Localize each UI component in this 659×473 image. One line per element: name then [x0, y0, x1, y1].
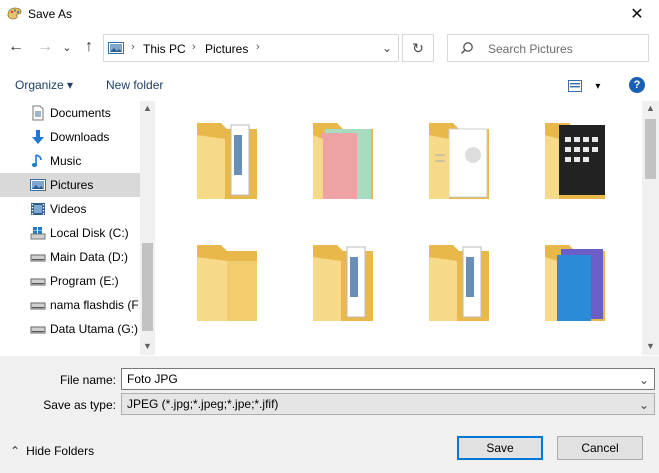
file-list-pane [155, 101, 659, 355]
folder-with-keyboard-photo-icon[interactable] [539, 115, 611, 205]
windows-drive-icon [30, 227, 46, 240]
hide-folders-label: Hide Folders [26, 444, 95, 458]
sidebar-item-label: Data Utama (G:) [50, 322, 139, 336]
address-dropdown-icon[interactable]: ⌄ [382, 41, 392, 55]
save-type-value: JPEG (*.jpg;*.jpeg;*.jpe;*.jfif) [127, 397, 279, 411]
sidebar-item-label: Videos [50, 202, 87, 216]
change-view-button[interactable]: ▾ [568, 78, 600, 92]
sidebar-item-label: Downloads [50, 130, 110, 144]
address-bar[interactable]: › This PC › Pictures › ⌄ [103, 34, 399, 62]
file-list-scrollbar[interactable]: ▲ ▼ [642, 101, 659, 355]
drive-icon [30, 326, 46, 334]
chevron-up-icon: ⌃ [10, 444, 21, 458]
back-arrow-icon: ← [8, 38, 24, 55]
forward-arrow-icon: → [37, 38, 53, 55]
save-button[interactable]: Save [457, 436, 543, 460]
folder-with-documents-icon[interactable] [423, 237, 495, 327]
scroll-up-icon[interactable]: ▲ [646, 103, 655, 113]
paint-app-icon [7, 7, 22, 20]
up-arrow-icon: ↑ [85, 38, 93, 55]
cancel-button-label: Cancel [581, 441, 619, 455]
window-title: Save As [28, 7, 73, 21]
sidebar-item-label: Main Data (D:) [50, 250, 129, 264]
view-icon [568, 79, 582, 92]
scroll-down-icon[interactable]: ▼ [143, 341, 152, 351]
folder-with-blue-purple-icon[interactable] [539, 237, 611, 327]
scrollbar-thumb[interactable] [142, 243, 153, 331]
sidebar-item-program-e[interactable]: Program (E:) [0, 269, 140, 293]
chevron-down-icon[interactable]: ⌄ [639, 373, 649, 387]
scroll-up-icon[interactable]: ▲ [143, 103, 152, 113]
sidebar-item-label: Program (E:) [50, 274, 119, 288]
documents-icon [32, 105, 44, 121]
breadcrumb-separator: › [192, 41, 196, 53]
sidebar-item-flashdisk-f[interactable]: nama flashdis (F: [0, 293, 143, 317]
save-type-label: Save as type: [43, 398, 116, 412]
music-icon [31, 154, 42, 167]
scrollbar-thumb[interactable] [645, 119, 656, 179]
back-button[interactable]: ← [7, 38, 25, 56]
folder-with-documents-icon[interactable] [191, 115, 263, 205]
folder-with-documents-icon[interactable] [307, 237, 379, 327]
sidebar-item-label: Pictures [50, 178, 94, 192]
breadcrumb-separator: › [256, 41, 260, 53]
file-name-field[interactable]: Foto JPG ⌄ [121, 368, 655, 390]
navigation-pane: Documents Downloads Music Pictures Video… [0, 101, 155, 355]
sidebar-item-label: Local Disk (C:) [50, 226, 129, 240]
videos-icon [31, 203, 45, 215]
sidebar-item-local-disk-c[interactable]: Local Disk (C:) [0, 221, 140, 245]
navigation-pane-scrollbar[interactable]: ▲ ▼ [140, 101, 155, 355]
sidebar-item-videos[interactable]: Videos [0, 197, 140, 221]
chevron-down-icon: ⌄ [62, 41, 72, 54]
navigation-bar: ← → ⌄ ↑ › This PC › Pictures › ⌄ ↻ Searc… [0, 30, 659, 64]
file-name-value: Foto JPG [127, 372, 178, 386]
scroll-down-icon[interactable]: ▼ [646, 341, 655, 351]
new-folder-button[interactable]: New folder [106, 78, 163, 92]
sidebar-item-downloads[interactable]: Downloads [0, 125, 140, 149]
pictures-folder-icon [108, 42, 124, 54]
pictures-icon [30, 179, 46, 191]
sidebar-item-main-data-d[interactable]: Main Data (D:) [0, 245, 140, 269]
refresh-icon: ↻ [412, 39, 424, 56]
help-icon: ? [633, 79, 641, 91]
breadcrumb-this-pc[interactable]: This PC [143, 42, 186, 56]
sidebar-item-label: Documents [50, 106, 111, 120]
view-dropdown-icon: ▾ [595, 81, 601, 92]
help-button[interactable]: ? [629, 77, 645, 93]
save-type-select[interactable]: JPEG (*.jpg;*.jpeg;*.jpe;*.jfif) ⌄ [121, 393, 655, 415]
save-form: File name: Foto JPG ⌄ Save as type: JPEG… [0, 356, 659, 473]
sidebar-item-music[interactable]: Music [0, 149, 140, 173]
file-name-label: File name: [59, 373, 116, 387]
up-button[interactable]: ↑ [80, 38, 98, 56]
search-placeholder: Search Pictures [488, 42, 573, 56]
breadcrumb-pictures[interactable]: Pictures [205, 42, 248, 56]
sidebar-item-label: Music [50, 154, 82, 168]
refresh-button[interactable]: ↻ [402, 34, 434, 62]
organize-menu[interactable]: Organize ▾ [15, 78, 73, 92]
drive-icon [30, 254, 46, 262]
sidebar-item-documents[interactable]: Documents [0, 101, 140, 125]
sidebar-item-pictures[interactable]: Pictures [0, 173, 140, 197]
search-input[interactable]: Search Pictures [447, 34, 649, 62]
save-button-label: Save [486, 441, 514, 455]
forward-button[interactable]: → [36, 38, 54, 56]
close-button[interactable]: ✕ [615, 0, 659, 28]
breadcrumb-separator: › [131, 41, 135, 53]
sidebar-item-data-utama-g[interactable]: Data Utama (G:) [0, 317, 140, 341]
empty-folder-icon[interactable] [191, 237, 263, 327]
cancel-button[interactable]: Cancel [557, 436, 643, 460]
title-bar: Save As ✕ [0, 0, 659, 28]
folder-with-white-pages-icon[interactable] [423, 115, 495, 205]
command-toolbar: Organize ▾ New folder ▾ ? [0, 68, 659, 100]
folder-with-pink-green-icon[interactable] [307, 115, 379, 205]
chevron-down-icon: ⌄ [638, 398, 649, 412]
drive-icon [30, 278, 46, 286]
downloads-icon [32, 130, 44, 144]
drive-icon [30, 302, 46, 310]
search-icon [460, 42, 473, 55]
hide-folders-button[interactable]: ⌃ Hide Folders [10, 444, 94, 458]
recent-locations-button[interactable]: ⌄ [60, 38, 74, 56]
close-icon: ✕ [630, 6, 644, 23]
sidebar-item-label: nama flashdis (F: [50, 298, 143, 312]
